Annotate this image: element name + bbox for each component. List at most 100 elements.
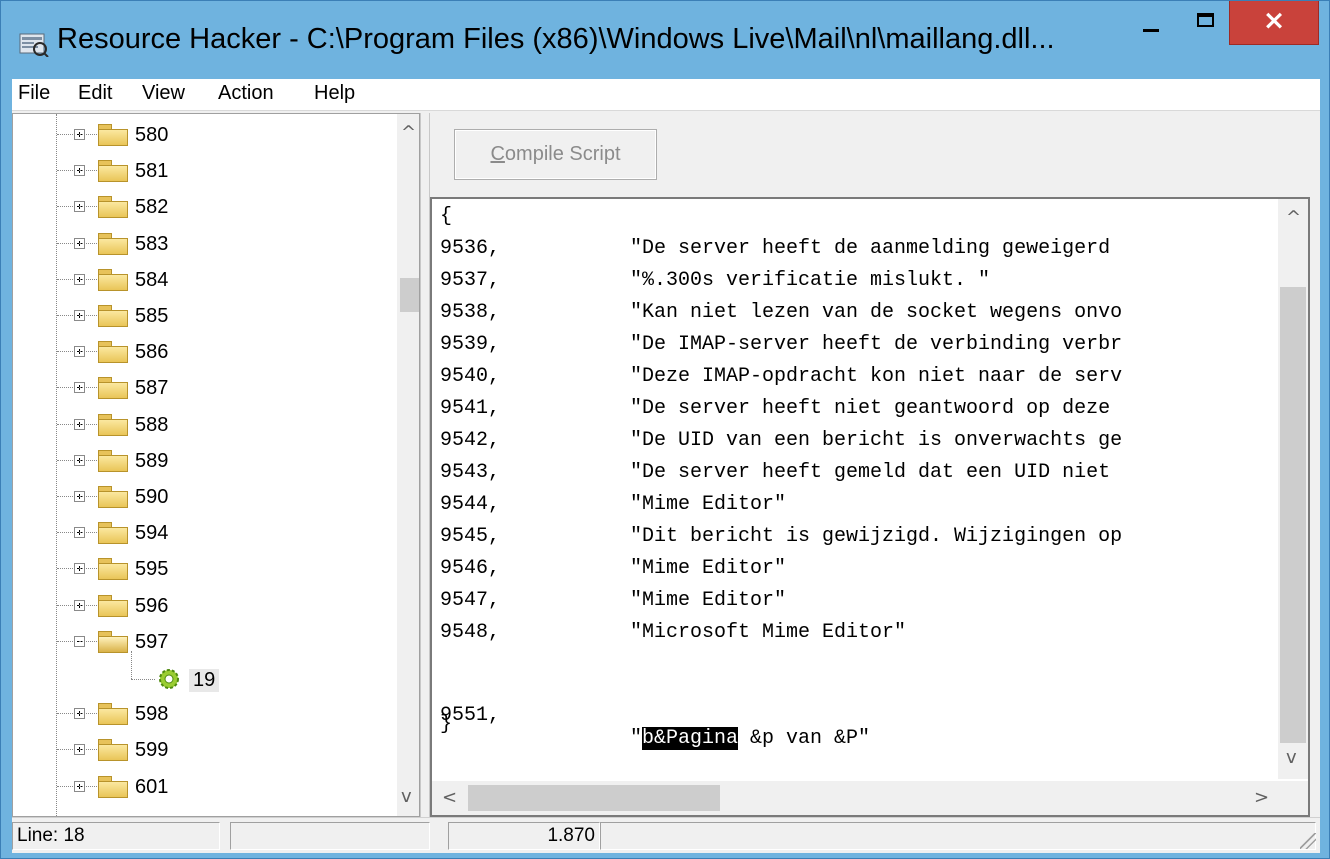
tree-connector: [79, 713, 97, 715]
tree-item[interactable]: 599: [13, 733, 393, 767]
editor-hscroll-thumb[interactable]: [468, 785, 720, 811]
pane-splitter[interactable]: [420, 113, 430, 817]
tree-connector: [57, 206, 73, 208]
resize-grip-icon[interactable]: [1300, 833, 1316, 849]
tree-item-label: 594: [135, 522, 169, 545]
tree-item[interactable]: 595: [13, 552, 393, 586]
tree-item-label: 599: [135, 739, 169, 762]
tree-item[interactable]: 594: [13, 516, 393, 550]
selected-text[interactable]: b&Pagina: [642, 727, 739, 750]
code-string: "De IMAP-server heeft de verbinding verb…: [630, 333, 1123, 356]
tree-item[interactable]: 19: [13, 651, 393, 695]
code-line-number: 9548,: [440, 621, 501, 644]
tree-connector: [57, 278, 73, 280]
folder-icon: [98, 124, 128, 146]
tree-connector: [79, 785, 97, 787]
tree-item[interactable]: 601: [13, 770, 393, 804]
code-line-number: 9547,: [440, 589, 501, 612]
tree-connector: [57, 387, 73, 389]
code-line-number: 9538,: [440, 301, 501, 324]
tree-item[interactable]: 582: [13, 190, 393, 224]
tree-item[interactable]: 590: [13, 480, 393, 514]
menu-action[interactable]: Action: [218, 82, 274, 105]
scroll-right-icon[interactable]: >: [1254, 787, 1269, 808]
tree-item[interactable]: 581: [13, 154, 393, 188]
scroll-left-icon[interactable]: <: [442, 787, 457, 808]
tree-item[interactable]: 585: [13, 299, 393, 333]
menu-help[interactable]: Help: [314, 82, 355, 105]
code-line-number: 9545,: [440, 525, 501, 548]
tree-item[interactable]: 586: [13, 335, 393, 369]
code-line-number: 9539,: [440, 333, 501, 356]
tree-item[interactable]: 597: [13, 625, 393, 659]
tree-item[interactable]: 587: [13, 371, 393, 405]
scroll-down-icon[interactable]: v: [1286, 747, 1297, 768]
tree-connector: [79, 351, 97, 353]
folder-icon: [98, 775, 128, 798]
status-panel-2: [230, 822, 430, 850]
tree-connector: [57, 749, 73, 751]
tree-item[interactable]: 584: [13, 263, 393, 297]
folder-icon: [98, 486, 128, 508]
folder-icon: [98, 558, 128, 581]
tree-item-label: 596: [135, 594, 169, 617]
folder-icon: [98, 196, 128, 219]
tree-connector: [79, 170, 97, 172]
tree-connector: [57, 604, 73, 606]
tree-connector: [79, 206, 97, 208]
quote-mark: ": [630, 727, 643, 750]
folder-icon: [98, 449, 128, 472]
maximize-button[interactable]: [1179, 1, 1229, 45]
compile-script-label: Compile Script: [455, 143, 656, 166]
menu-file[interactable]: File: [18, 82, 50, 105]
tree-item[interactable]: 596: [13, 589, 393, 623]
code-open-brace: {: [440, 205, 453, 228]
code-string: "Deze IMAP-opdracht kon niet naar de ser…: [630, 365, 1123, 388]
code-string: "Mime Editor": [630, 589, 787, 612]
tree-item-label: 19: [189, 669, 220, 692]
menu-view[interactable]: View: [142, 82, 185, 105]
tree-scroll-thumb[interactable]: [400, 278, 419, 312]
folder-icon: [98, 305, 128, 327]
menu-edit[interactable]: Edit: [78, 82, 112, 105]
minimize-button[interactable]: [1121, 1, 1179, 45]
resource-tree[interactable]: 580 581 582 583 584 585 586 587 588 589 590 594 595 5…: [12, 113, 420, 817]
tree-connector: [131, 679, 155, 680]
close-button[interactable]: ×: [1229, 1, 1319, 45]
tree-item[interactable]: 588: [13, 408, 393, 442]
tree-item-label: 586: [135, 341, 169, 364]
code-line-number: 9540,: [440, 365, 501, 388]
tree-item[interactable]: 580: [13, 118, 393, 152]
editor-vertical-scrollbar[interactable]: ^ v: [1278, 199, 1308, 779]
tree-connector: [57, 134, 73, 135]
app-window: Resource Hacker - C:\Program Files (x86)…: [0, 0, 1330, 859]
tree-item[interactable]: 598: [13, 697, 393, 731]
code-string: "Kan niet lezen van de socket wegens onv…: [630, 301, 1123, 324]
script-editor[interactable]: { 9536, "De server heeft de aanmelding ge…: [430, 197, 1310, 817]
tree-connector: [57, 423, 73, 425]
scroll-up-icon[interactable]: ^: [1286, 207, 1301, 228]
window-title: Resource Hacker - C:\Program Files (x86)…: [57, 23, 1055, 55]
resource-hacker-icon: [19, 33, 49, 57]
folder-icon: [98, 341, 128, 364]
tree-item-label: 597: [135, 630, 169, 653]
code-string: "Dit bericht is gewijzigd. Wijzigingen o…: [630, 525, 1123, 548]
tree-connector: [79, 315, 97, 316]
tree-item-label: 595: [135, 558, 169, 581]
tree-connector: [79, 749, 97, 751]
editor-horizontal-scrollbar[interactable]: < >: [432, 781, 1278, 815]
tree-item[interactable]: 589: [13, 444, 393, 478]
title-bar[interactable]: Resource Hacker - C:\Program Files (x86)…: [1, 1, 1329, 79]
tree-scrollbar[interactable]: ^ v: [397, 114, 419, 816]
code-string: "%.300s verificatie mislukt. ": [630, 269, 991, 292]
scroll-up-icon[interactable]: ^: [401, 122, 416, 143]
tree-item-label: 580: [135, 124, 169, 146]
tree-connector: [131, 651, 132, 679]
tree-connector: [57, 170, 73, 172]
tree-item[interactable]: 583: [13, 227, 393, 261]
scroll-down-icon[interactable]: v: [401, 786, 412, 807]
folder-icon: [98, 739, 128, 762]
editor-vscroll-thumb[interactable]: [1280, 287, 1306, 743]
tree-connector: [79, 532, 97, 534]
compile-script-button[interactable]: Compile Script: [454, 129, 657, 180]
